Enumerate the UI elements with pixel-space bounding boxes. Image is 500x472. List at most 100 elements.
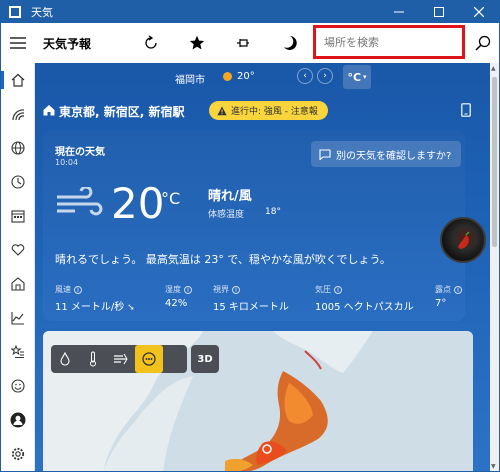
- chart-icon: [11, 312, 24, 325]
- wind-layer-button[interactable]: [107, 345, 135, 373]
- stat-pressure: 気圧 i 1005 ヘクトパスカル: [315, 284, 414, 313]
- stat-label: 風速: [55, 285, 71, 294]
- chevron-right-icon: ›: [323, 71, 327, 81]
- nav-trends[interactable]: [1, 301, 35, 335]
- map-layer-toolbar: [51, 345, 187, 373]
- stat-dewpoint: 露点 i 7°: [435, 284, 462, 309]
- stat-label: 気圧: [315, 285, 331, 294]
- scroll-up-icon[interactable]: ▲: [491, 65, 496, 72]
- forecast-icon: [12, 109, 25, 121]
- stat-value: 11 メートル/秒: [55, 302, 125, 313]
- wind-layer-icon: [114, 353, 128, 365]
- avatar: [10, 412, 26, 428]
- nav-history[interactable]: [1, 165, 35, 199]
- search-input[interactable]: [324, 35, 454, 49]
- minimize-icon: [394, 11, 404, 13]
- weather-condition: 晴れ/風: [208, 189, 252, 204]
- side-panel-orb[interactable]: [440, 217, 486, 263]
- location-row: 東京都, 新宿区, 新宿駅 進行中: 強風 - 注意報: [35, 99, 490, 123]
- alert-text: 進行中: 強風 - 注意報: [231, 107, 318, 117]
- heart-icon: [11, 244, 25, 256]
- app-toolbar: 天気予報: [1, 23, 499, 63]
- favorite-button[interactable]: [174, 23, 220, 63]
- maximize-button[interactable]: [419, 1, 459, 23]
- nav-favorites[interactable]: [1, 335, 35, 369]
- app-name: 天気予報: [43, 36, 92, 51]
- hamburger-icon: [10, 37, 26, 49]
- globe-icon: [11, 141, 25, 155]
- settings-icon: [11, 447, 25, 461]
- stat-label: 視界: [213, 285, 229, 294]
- feels-like-value: 18°: [265, 207, 281, 217]
- city-temp: 20°: [237, 71, 255, 82]
- minimize-button[interactable]: [379, 1, 419, 23]
- nav-life[interactable]: [1, 267, 35, 301]
- location-name: 東京都, 新宿区, 新宿駅: [59, 105, 185, 119]
- search-button[interactable]: [471, 31, 495, 55]
- stat-value: 1005 ヘクトパスカル: [315, 302, 414, 313]
- precip-layer-button[interactable]: [51, 345, 79, 373]
- history-icon: [11, 175, 25, 189]
- vertical-scrollbar[interactable]: ▲ ▼: [490, 63, 499, 471]
- cloud-layer-icon: [142, 352, 156, 366]
- weather-map[interactable]: 3D: [43, 331, 473, 471]
- dark-mode-button[interactable]: [266, 23, 312, 63]
- star-list-icon: [11, 345, 24, 358]
- chevron-down-icon: ▾: [363, 73, 367, 81]
- weather-window: 天気 天気予報 場所を検索 福岡市 20° ‹ › °C ▾ 東京都, 新宿区,…: [0, 0, 500, 472]
- close-button[interactable]: [459, 1, 499, 23]
- city-name[interactable]: 福岡市: [175, 71, 205, 86]
- home-location-icon: [43, 105, 55, 116]
- refresh-button[interactable]: [128, 23, 174, 63]
- unit-selector[interactable]: °C ▾: [343, 65, 371, 89]
- warning-icon: [217, 106, 227, 115]
- info-icon[interactable]: i: [232, 285, 240, 294]
- info-icon[interactable]: i: [334, 285, 342, 294]
- info-icon[interactable]: i: [74, 285, 82, 294]
- nav-health[interactable]: [1, 233, 35, 267]
- menu-button[interactable]: [1, 23, 35, 63]
- nav-account[interactable]: [1, 403, 35, 437]
- feels-like-label: 体感温度: [208, 210, 245, 220]
- main-content: 福岡市 20° ‹ › °C ▾ 東京都, 新宿区, 新宿駅 進行中: 強風 - …: [35, 63, 490, 471]
- 3d-view-button[interactable]: 3D: [191, 345, 219, 373]
- stat-value: 15 キロメートル: [213, 302, 289, 313]
- star-icon: [189, 35, 205, 50]
- stat-humidity: 湿度 i 42%: [165, 284, 192, 309]
- other-weather-button[interactable]: 別の天気を確認しますか?: [311, 141, 461, 167]
- nav-calendar[interactable]: [1, 199, 35, 233]
- home-icon: [11, 73, 25, 87]
- stat-visibility: 視界 i 15 キロメートル: [213, 284, 289, 313]
- window-title: 天気: [31, 6, 53, 19]
- thermometer-icon: [90, 351, 96, 367]
- info-icon[interactable]: i: [454, 285, 462, 294]
- search-icon: [475, 35, 491, 51]
- smile-icon: [11, 379, 25, 393]
- phone-icon[interactable]: [461, 103, 471, 117]
- nav-feedback[interactable]: [1, 369, 35, 403]
- temp-layer-button[interactable]: [79, 345, 107, 373]
- info-icon[interactable]: i: [184, 285, 192, 294]
- raindrop-icon: [60, 352, 70, 366]
- prev-city-button[interactable]: ‹: [297, 68, 313, 84]
- refresh-icon: [145, 35, 157, 49]
- scroll-down-icon[interactable]: ▼: [491, 463, 496, 470]
- nav-settings[interactable]: [1, 437, 35, 471]
- pin-icon: [237, 39, 249, 47]
- nav-maps[interactable]: [1, 97, 35, 131]
- stat-wind: 風速 i 11 メートル/秒 ➘: [55, 284, 135, 313]
- stat-value: 7°: [435, 298, 447, 309]
- alert-badge[interactable]: 進行中: 強風 - 注意報: [209, 101, 328, 120]
- unit-label: °C: [347, 70, 362, 84]
- cloud-layer-button[interactable]: [135, 345, 163, 373]
- house-icon: [11, 277, 25, 291]
- stat-label: 露点: [435, 285, 451, 294]
- city-bar: 福岡市 20° ‹ › °C ▾: [35, 63, 490, 91]
- nav-world-weather[interactable]: [1, 131, 35, 165]
- nav-forecast-home[interactable]: [1, 63, 35, 97]
- pin-button[interactable]: [220, 23, 266, 63]
- left-navigation: [1, 63, 35, 471]
- next-city-button[interactable]: ›: [317, 68, 333, 84]
- search-box[interactable]: [313, 25, 465, 59]
- scroll-thumb[interactable]: [492, 77, 497, 247]
